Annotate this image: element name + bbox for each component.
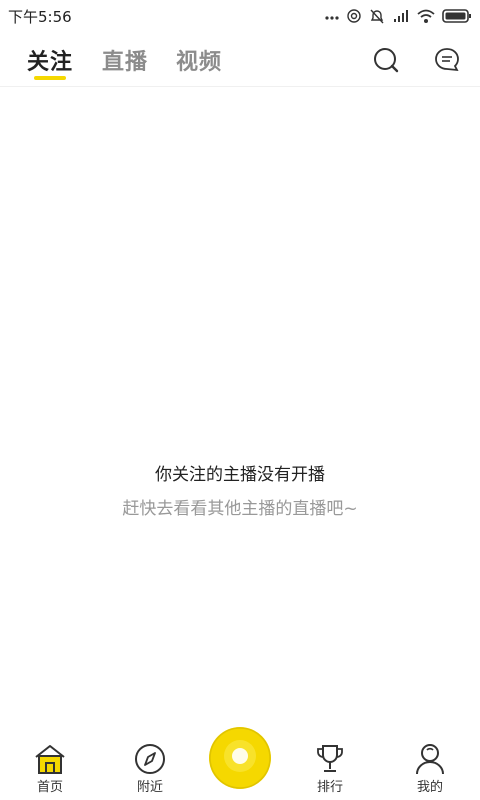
nav-profile-label: 我的 xyxy=(416,780,443,795)
nav-ranking[interactable]: 排行 xyxy=(290,742,370,795)
nav-nearby[interactable]: 附近 xyxy=(110,742,190,795)
message-icon[interactable] xyxy=(433,46,461,74)
status-time: 下午5:56 xyxy=(8,8,72,26)
nav-profile[interactable]: 我的 xyxy=(390,742,470,795)
nav-home-label: 首页 xyxy=(36,780,63,795)
bottom-nav: 首页 附近 排行 我的 xyxy=(0,727,480,800)
signal-icon xyxy=(394,10,408,22)
tab-video[interactable]: 视频 xyxy=(176,44,222,76)
top-tab-bar: 关注 直播 视频 xyxy=(0,32,480,87)
hotspot-icon xyxy=(347,9,361,23)
more-dots-icon xyxy=(325,16,339,20)
compass-icon xyxy=(135,744,165,774)
empty-state-title: 你关注的主播没有开播 xyxy=(155,465,325,485)
trophy-icon xyxy=(317,745,343,772)
nav-nearby-label: 附近 xyxy=(136,780,163,795)
profile-icon xyxy=(416,744,444,775)
alarm-off-icon xyxy=(370,9,384,24)
empty-state-subtitle: 赶快去看看其他主播的直播吧~ xyxy=(122,499,358,519)
nav-ranking-label: 排行 xyxy=(316,780,343,795)
home-icon xyxy=(35,745,65,774)
wifi-icon xyxy=(417,9,435,23)
active-tab-indicator xyxy=(34,76,66,80)
status-bar: 下午5:56 xyxy=(0,0,480,32)
battery-icon xyxy=(442,9,471,23)
nav-home[interactable]: 首页 xyxy=(10,742,90,795)
go-live-button[interactable] xyxy=(208,726,272,790)
tab-live[interactable]: 直播 xyxy=(102,44,148,76)
status-icons xyxy=(324,7,472,25)
tab-follow[interactable]: 关注 xyxy=(27,44,73,76)
search-icon[interactable] xyxy=(372,46,400,74)
